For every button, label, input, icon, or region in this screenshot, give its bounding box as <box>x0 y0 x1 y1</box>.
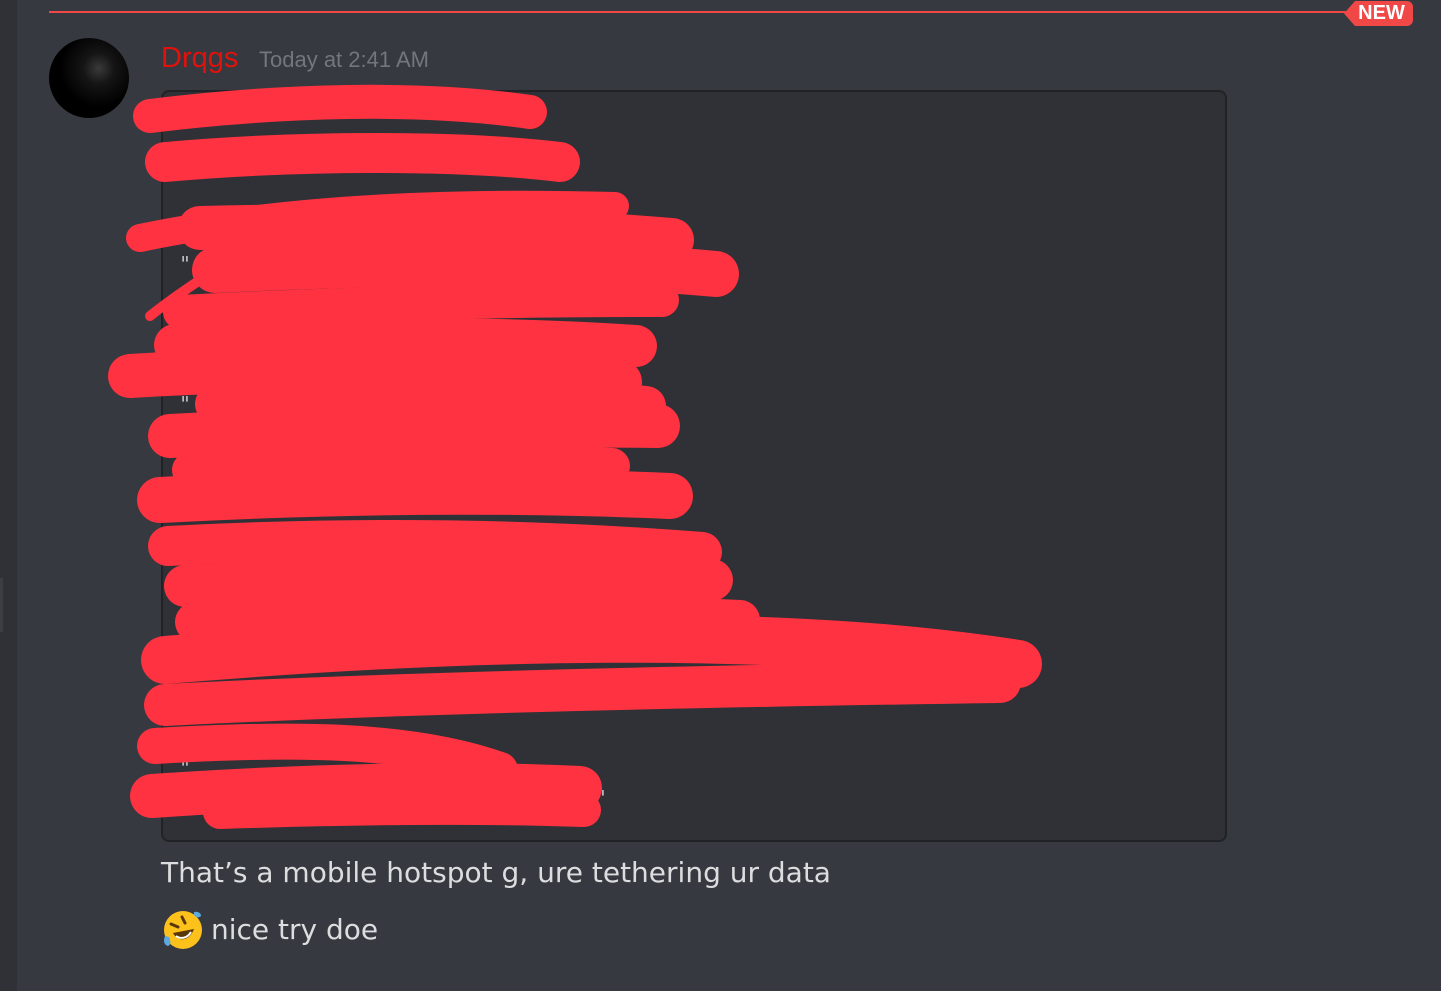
message-author[interactable]: Drqgs <box>161 40 238 76</box>
message-timestamp: Today at 2:41 AM <box>259 47 429 72</box>
code-fragment: " <box>179 756 192 780</box>
new-messages-badge[interactable]: NEW <box>1344 1 1413 26</box>
server-list-edge <box>0 0 17 991</box>
code-fragment: " <box>179 252 192 276</box>
code-fragment: " <box>179 464 192 488</box>
avatar[interactable] <box>49 38 129 118</box>
code-block: " " " " " " <box>161 90 1227 842</box>
rolling-on-the-floor-laughing-emoji <box>164 911 202 949</box>
code-fragment: " <box>179 282 192 306</box>
code-fragment: " <box>179 392 192 416</box>
new-messages-divider <box>49 11 1354 13</box>
code-fragment: " <box>595 786 608 810</box>
scroll-indicator <box>0 578 3 632</box>
message-text-line: nice try doe <box>161 908 378 952</box>
message-text: nice try doe <box>211 913 379 946</box>
message-text: That’s a mobile hotspot g, ure tethering… <box>161 856 831 889</box>
